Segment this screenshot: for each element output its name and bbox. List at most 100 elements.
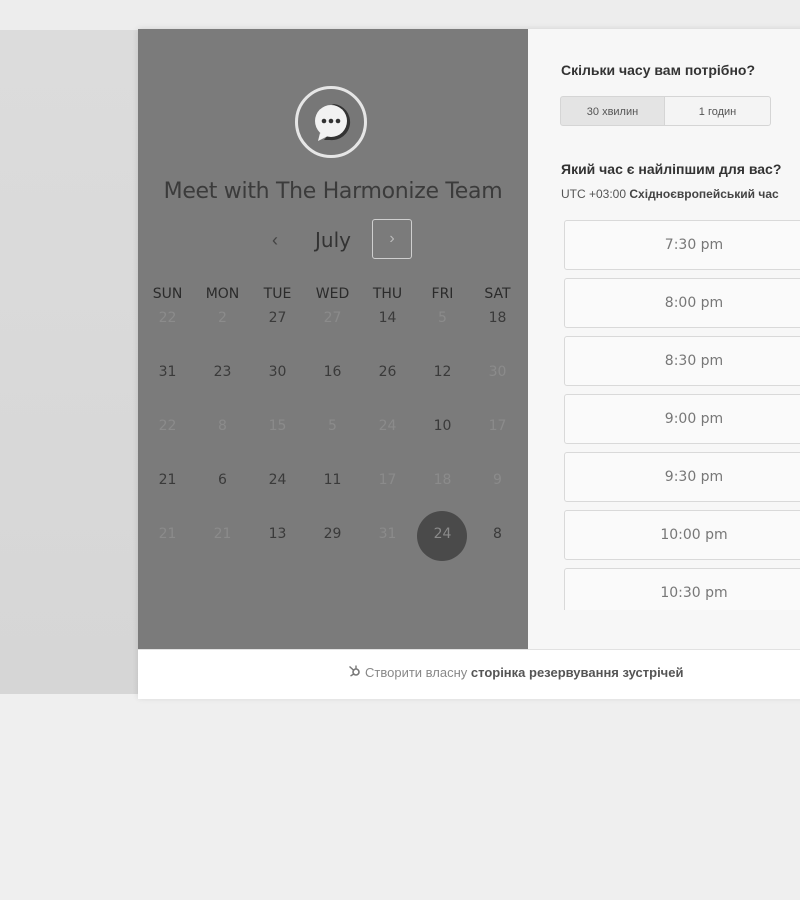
calendar-day: 22 xyxy=(140,304,195,358)
timezone-label[interactable]: UTC +03:00 Східноєвропейський час xyxy=(561,187,779,201)
calendar-day-number: 23 xyxy=(213,364,232,380)
calendar-day[interactable]: 14 xyxy=(360,304,415,358)
calendar-day-number: 24 xyxy=(433,526,452,542)
weekday-label: MON xyxy=(205,286,240,302)
calendar-day-number: 11 xyxy=(323,472,342,488)
calendar-panel: Meet with The Harmonize Team ‹ July › SU… xyxy=(138,29,528,649)
weekday-label: TUE xyxy=(263,286,292,302)
calendar-day: 15 xyxy=(250,412,305,466)
timezone-offset: UTC +03:00 xyxy=(561,187,627,201)
calendar-day[interactable]: 13 xyxy=(250,520,305,574)
time-slot[interactable]: 7:30 pm xyxy=(564,220,800,270)
calendar-day-number: 31 xyxy=(158,364,177,380)
weekday-label: SUN xyxy=(152,286,183,302)
calendar-day-number: 18 xyxy=(433,472,452,488)
calendar-day: 5 xyxy=(305,412,360,466)
calendar-day[interactable]: 18 xyxy=(470,304,525,358)
calendar-day[interactable]: 31 xyxy=(140,358,195,412)
time-slot[interactable]: 8:30 pm xyxy=(564,336,800,386)
page-side-band xyxy=(0,30,140,694)
calendar-day-number: 30 xyxy=(488,364,507,380)
duration-1-hour-option[interactable]: 1 годин xyxy=(665,96,771,126)
calendar-day-number: 16 xyxy=(323,364,342,380)
calendar-day-number: 17 xyxy=(378,472,397,488)
time-selection-panel: Скільки часу вам потрібно? 30 хвилин 1 г… xyxy=(528,29,800,649)
footer-text: Створити власну xyxy=(365,665,468,680)
calendar-week-row: 22 8 15 5 24 10 17 xyxy=(138,412,528,466)
time-slot[interactable]: 9:30 pm xyxy=(564,452,800,502)
calendar-day: 24 xyxy=(360,412,415,466)
calendar-week-row: 21 6 24 11 17 18 9 xyxy=(138,466,528,520)
calendar-day: 27 xyxy=(305,304,360,358)
calendar-day[interactable]: 26 xyxy=(360,358,415,412)
calendar-week-row: 31 23 30 16 26 12 30 xyxy=(138,358,528,412)
hubspot-sprocket-icon xyxy=(348,664,361,680)
calendar-day: 30 xyxy=(470,358,525,412)
calendar-grid: SUN MON TUE WED THU FRI SAT 22 2 27 27 14 5 18… xyxy=(138,284,528,574)
calendar-day-number: 31 xyxy=(378,526,397,542)
calendar-day-number: 5 xyxy=(438,310,447,326)
calendar-day-number: 10 xyxy=(433,418,452,434)
calendar-day: 5 xyxy=(415,304,470,358)
calendar-day: 21 xyxy=(140,520,195,574)
avatar xyxy=(295,86,367,158)
timezone-name: Східноєвропейський час xyxy=(629,187,779,201)
calendar-day-number: 27 xyxy=(268,310,287,326)
time-slot[interactable]: 9:00 pm xyxy=(564,394,800,444)
calendar-day[interactable]: 11 xyxy=(305,466,360,520)
time-slot[interactable]: 8:00 pm xyxy=(564,278,800,328)
calendar-day-number: 30 xyxy=(268,364,287,380)
calendar-day[interactable]: 10 xyxy=(415,412,470,466)
weekday-header: SUN MON TUE WED THU FRI SAT xyxy=(138,284,528,304)
calendar-day: 17 xyxy=(360,466,415,520)
calendar-week-row: 22 2 27 27 14 5 18 xyxy=(138,304,528,358)
calendar-day[interactable]: 27 xyxy=(250,304,305,358)
calendar-day: 31 xyxy=(360,520,415,574)
duration-question: Скільки часу вам потрібно? xyxy=(561,62,756,78)
calendar-day[interactable]: 24 xyxy=(250,466,305,520)
calendar-day-number: 22 xyxy=(158,310,177,326)
duration-30-min-option[interactable]: 30 хвилин xyxy=(560,96,665,126)
calendar-day-number: 24 xyxy=(268,472,287,488)
calendar-day-number: 5 xyxy=(328,418,337,434)
time-slot[interactable]: 10:00 pm xyxy=(564,510,800,560)
host-title: Meet with The Harmonize Team xyxy=(163,179,503,204)
month-label: July xyxy=(315,228,351,252)
create-meetings-page-link[interactable]: Створити власну сторінка резервування зу… xyxy=(348,664,683,680)
calendar-day-number: 17 xyxy=(488,418,507,434)
month-navigation: ‹ July › xyxy=(138,219,528,261)
time-question: Який час є найліпшим для вас? xyxy=(561,161,782,177)
meetings-widget: Meet with The Harmonize Team ‹ July › SU… xyxy=(138,29,800,699)
calendar-weeks: 22 2 27 27 14 5 18 31 23 30 16 26 12 30 22 8 15 5 24 10 17 21… xyxy=(138,304,528,574)
time-slot[interactable]: 10:30 pm xyxy=(564,568,800,610)
calendar-day-number: 12 xyxy=(433,364,452,380)
calendar-day[interactable]: 30 xyxy=(250,358,305,412)
calendar-day-number: 24 xyxy=(378,418,397,434)
calendar-day[interactable]: 16 xyxy=(305,358,360,412)
calendar-day-selected[interactable]: 24 xyxy=(415,511,470,574)
calendar-day[interactable]: 29 xyxy=(305,520,360,574)
footer-bold-text: сторінка резервування зустрічей xyxy=(470,665,684,680)
calendar-day[interactable]: 23 xyxy=(195,358,250,412)
calendar-day[interactable]: 12 xyxy=(415,358,470,412)
calendar-day-number: 21 xyxy=(158,526,177,542)
calendar-day-number: 6 xyxy=(218,472,227,488)
calendar-day[interactable]: 6 xyxy=(195,466,250,520)
calendar-day-number: 27 xyxy=(323,310,342,326)
time-slot-list: 7:30 pm 8:00 pm 8:30 pm 9:00 pm 9:30 pm … xyxy=(564,220,800,610)
calendar-day-number: 8 xyxy=(493,526,502,542)
calendar-day-number: 18 xyxy=(488,310,507,326)
calendar-day-number: 14 xyxy=(378,310,397,326)
calendar-day: 2 xyxy=(195,304,250,358)
calendar-day: 21 xyxy=(195,520,250,574)
next-month-button[interactable]: › xyxy=(372,219,412,259)
calendar-day[interactable]: 21 xyxy=(140,466,195,520)
footer: Створити власну сторінка резервування зу… xyxy=(138,649,800,699)
calendar-day-number: 2 xyxy=(218,310,227,326)
prev-month-button[interactable]: ‹ xyxy=(262,219,288,261)
duration-toggle: 30 хвилин 1 годин xyxy=(560,96,771,126)
weekday-label: SAT xyxy=(484,286,511,302)
calendar-day: 17 xyxy=(470,412,525,466)
calendar-day[interactable]: 8 xyxy=(470,520,525,574)
calendar-day: 9 xyxy=(470,466,525,520)
